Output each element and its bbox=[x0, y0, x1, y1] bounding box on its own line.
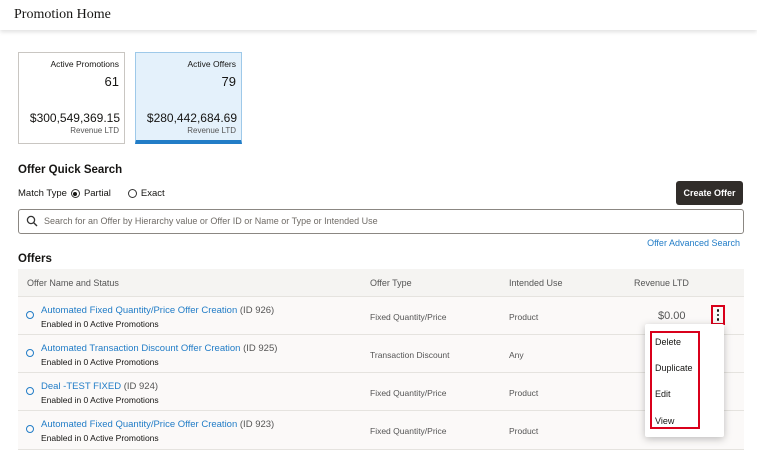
row-select-radio[interactable] bbox=[26, 387, 34, 395]
card-label: Active Offers bbox=[187, 59, 237, 69]
revenue-ltd: $0.00 bbox=[658, 310, 686, 322]
intended-use: Product bbox=[509, 388, 539, 398]
offer-name: Automated Transaction Discount Offer Cre… bbox=[41, 343, 277, 354]
offer-type: Fixed Quantity/Price bbox=[370, 426, 447, 436]
offer-advanced-search-link[interactable]: Offer Advanced Search bbox=[647, 238, 740, 248]
offer-status: Enabled in 0 Active Promotions bbox=[41, 319, 159, 329]
intended-use: Product bbox=[509, 312, 539, 322]
exact-label[interactable]: Exact bbox=[141, 188, 165, 199]
offer-type: Transaction Discount bbox=[370, 350, 450, 360]
intended-use: Product bbox=[509, 426, 539, 436]
active-offers-card[interactable]: Active Offers 79 $280,442,684.69 Revenue… bbox=[135, 52, 242, 144]
match-type-group: Match Type Partial Exact bbox=[18, 188, 165, 199]
card-amount: $300,549,369.15 bbox=[29, 111, 120, 125]
offer-name: Deal -TEST FIXED (ID 924) bbox=[41, 381, 158, 392]
offer-search-input[interactable]: Search for an Offer by Hierarchy value o… bbox=[18, 209, 744, 234]
col-offer-type[interactable]: Offer Type bbox=[370, 278, 412, 288]
row-select-radio[interactable] bbox=[26, 425, 34, 433]
row-actions-kebab-icon[interactable] bbox=[711, 305, 725, 325]
table-row[interactable]: Automated Fixed Quantity/Price Offer Cre… bbox=[18, 296, 744, 335]
search-icon bbox=[26, 215, 38, 227]
card-label: Active Promotions bbox=[50, 59, 120, 69]
offer-name: Automated Fixed Quantity/Price Offer Cre… bbox=[41, 419, 274, 430]
menu-item-edit[interactable]: Edit bbox=[655, 389, 671, 399]
exact-radio[interactable] bbox=[127, 189, 137, 198]
card-sublabel: Revenue LTD bbox=[70, 126, 119, 135]
search-placeholder: Search for an Offer by Hierarchy value o… bbox=[44, 216, 378, 226]
menu-item-delete[interactable]: Delete bbox=[655, 337, 681, 347]
page-title: Promotion Home bbox=[14, 7, 111, 22]
table-row[interactable]: Automated Fixed Quantity/Price Offer Cre… bbox=[18, 410, 744, 450]
offer-id: (ID 926) bbox=[239, 305, 275, 316]
col-offer-name[interactable]: Offer Name and Status bbox=[27, 278, 119, 288]
col-revenue-ltd[interactable]: Revenue LTD bbox=[634, 278, 689, 288]
offer-id: (ID 924) bbox=[123, 381, 159, 392]
card-amount: $280,442,684.69 bbox=[146, 111, 237, 125]
table-row[interactable]: Automated Transaction Discount Offer Cre… bbox=[18, 334, 744, 373]
create-offer-button[interactable]: Create Offer bbox=[676, 181, 743, 205]
card-sublabel: Revenue LTD bbox=[187, 126, 236, 135]
table-row[interactable]: Deal -TEST FIXED (ID 924) Enabled in 0 A… bbox=[18, 372, 744, 411]
offer-name-link[interactable]: Automated Transaction Discount Offer Cre… bbox=[41, 343, 240, 354]
partial-radio[interactable] bbox=[70, 189, 80, 198]
col-intended-use[interactable]: Intended Use bbox=[509, 278, 563, 288]
offer-name-link[interactable]: Automated Fixed Quantity/Price Offer Cre… bbox=[41, 305, 237, 316]
offer-type: Fixed Quantity/Price bbox=[370, 312, 447, 322]
offers-title: Offers bbox=[18, 253, 52, 265]
offer-name: Automated Fixed Quantity/Price Offer Cre… bbox=[41, 305, 274, 316]
row-select-radio[interactable] bbox=[26, 349, 34, 357]
app-header: Promotion Home bbox=[0, 0, 757, 30]
active-promotions-card[interactable]: Active Promotions 61 $300,549,369.15 Rev… bbox=[18, 52, 125, 144]
match-type-label: Match Type bbox=[18, 188, 67, 199]
menu-item-duplicate[interactable]: Duplicate bbox=[655, 363, 693, 373]
menu-item-view[interactable]: View bbox=[655, 416, 674, 426]
card-count: 79 bbox=[221, 74, 236, 89]
quick-search-title: Offer Quick Search bbox=[18, 164, 123, 176]
offer-name-link[interactable]: Automated Fixed Quantity/Price Offer Cre… bbox=[41, 419, 237, 430]
offer-status: Enabled in 0 Active Promotions bbox=[41, 357, 159, 367]
row-select-radio[interactable] bbox=[26, 311, 34, 319]
row-actions-menu: Delete Duplicate Edit View bbox=[645, 324, 724, 437]
partial-label[interactable]: Partial bbox=[84, 188, 111, 199]
offer-status: Enabled in 0 Active Promotions bbox=[41, 433, 159, 443]
card-count: 61 bbox=[104, 74, 119, 89]
offer-id: (ID 923) bbox=[239, 419, 275, 430]
offer-status: Enabled in 0 Active Promotions bbox=[41, 395, 159, 405]
offers-table-header: Offer Name and Status Offer Type Intende… bbox=[18, 269, 744, 296]
offer-id: (ID 925) bbox=[243, 343, 278, 354]
offer-type: Fixed Quantity/Price bbox=[370, 388, 447, 398]
offer-name-link[interactable]: Deal -TEST FIXED bbox=[41, 381, 121, 392]
intended-use: Any bbox=[509, 350, 524, 360]
